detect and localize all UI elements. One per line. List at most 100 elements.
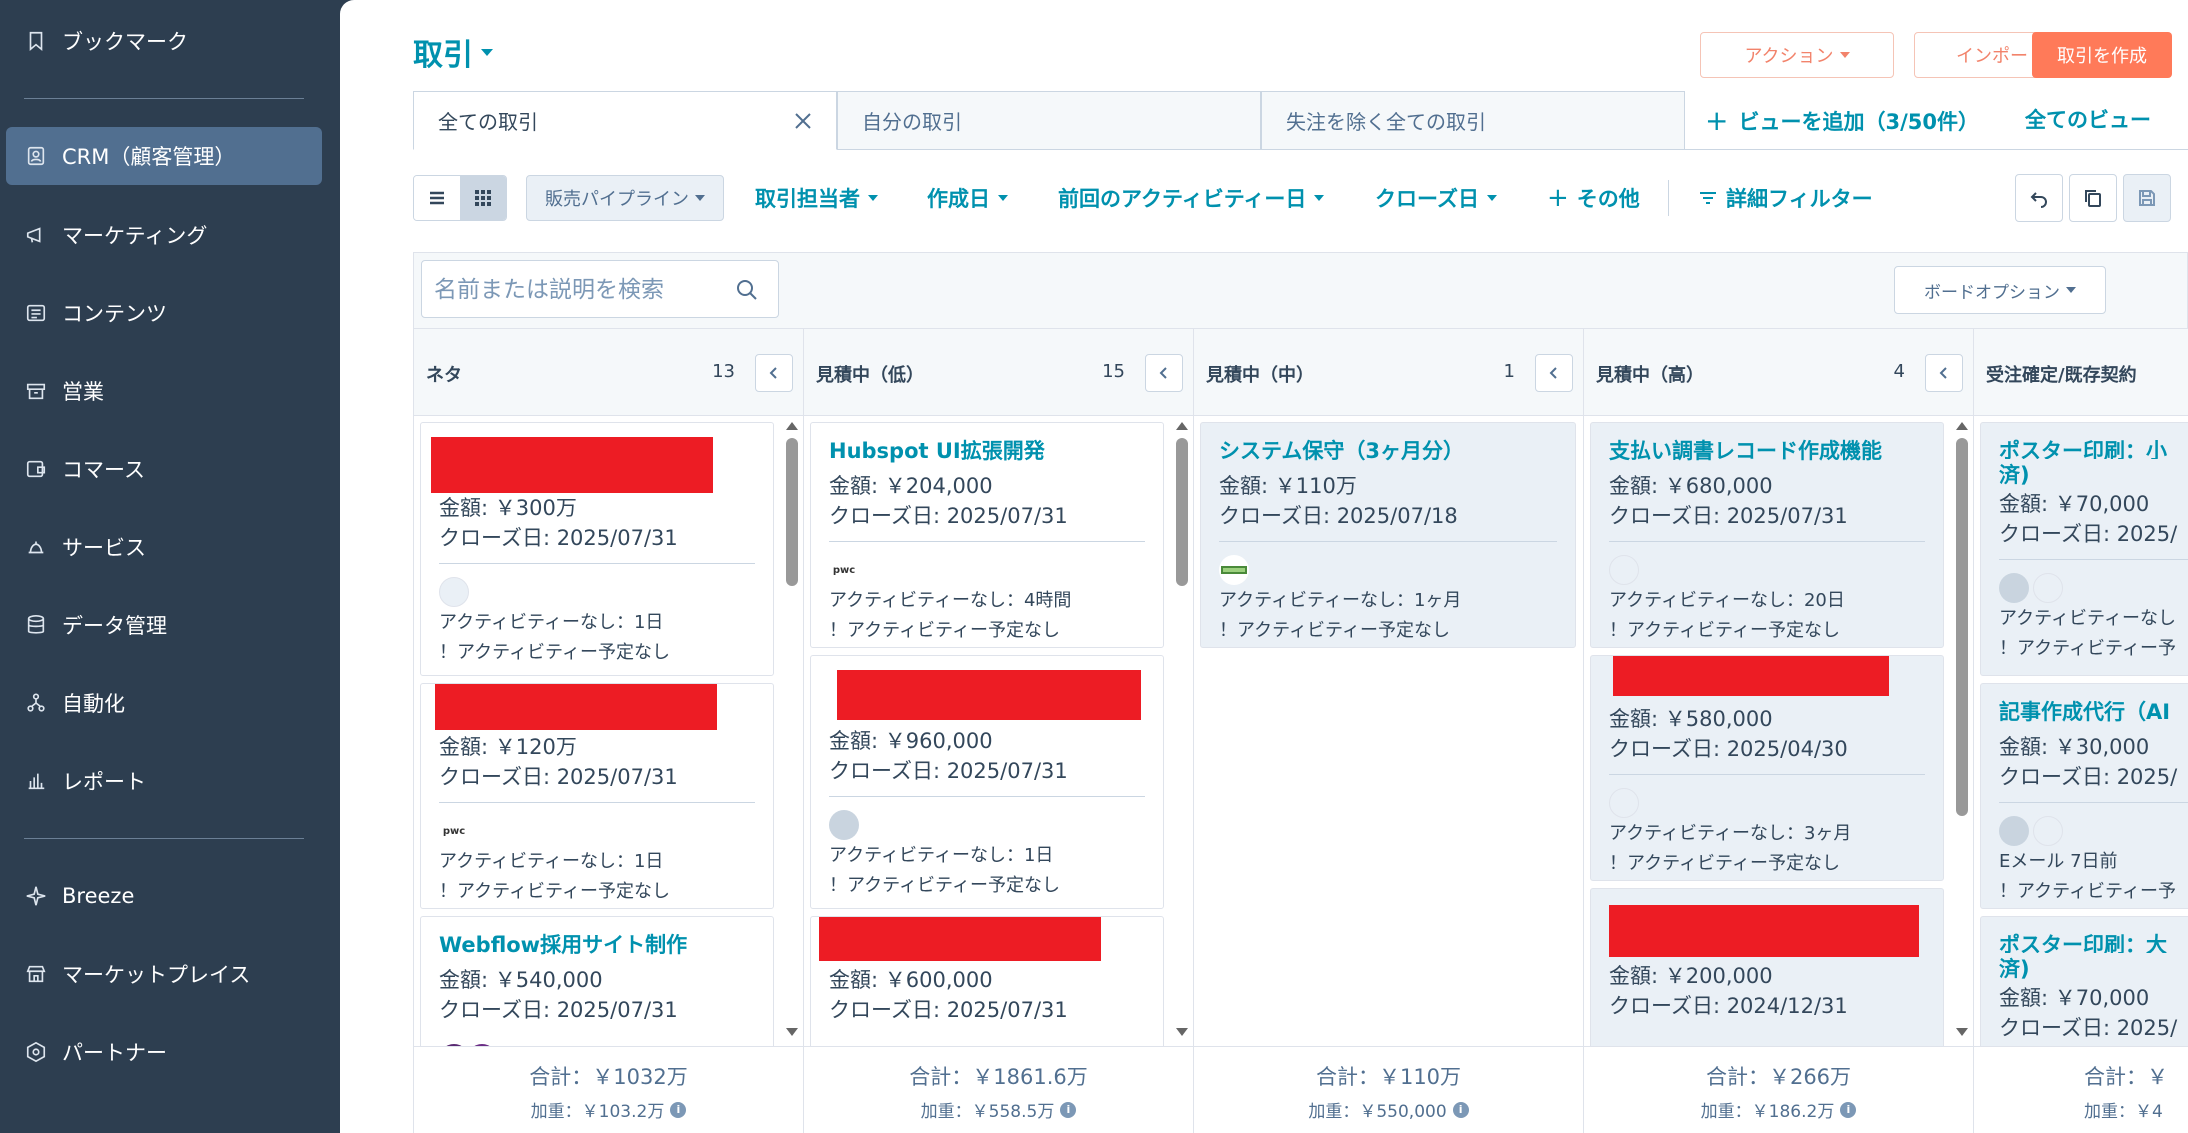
search-input[interactable] <box>434 273 734 307</box>
add-view-button[interactable]: + ビューを追加（3/50件） <box>1705 104 1979 137</box>
info-icon[interactable]: i <box>1060 1101 1077 1118</box>
info-icon[interactable]: i <box>670 1101 687 1118</box>
deal-card[interactable]: 金額: ￥300万 クローズ日: 2025/07/31 アクティビティーなし：1… <box>420 422 774 676</box>
scroll-up-arrow[interactable] <box>1176 422 1188 430</box>
tab-my-deals[interactable]: 自分の取引 <box>837 91 1261 150</box>
user-avatar <box>829 810 859 840</box>
column-header-estimate-mid: 見積中（中） 1 <box>1194 328 1584 416</box>
list-view-button[interactable] <box>414 176 460 220</box>
sidebar-item-marketing[interactable]: マーケティング <box>6 206 322 264</box>
column-header-estimate-low: 見積中（低） 15 <box>804 328 1194 416</box>
column-scrollbar[interactable] <box>1952 416 1972 1046</box>
create-deal-button[interactable]: 取引を作成 <box>2032 32 2172 78</box>
chevron-down-icon <box>868 195 878 201</box>
scroll-down-arrow[interactable] <box>786 1028 798 1036</box>
column-scrollbar[interactable] <box>1172 416 1192 1046</box>
sidebar: ブックマーク CRM（顧客管理） マーケティング コンテンツ 営業 コマース サ… <box>0 0 340 1133</box>
scroll-thumb[interactable] <box>1956 438 1968 816</box>
column-body-estimate-low: Hubspot UI拡張開発 金額: ￥204,000 クローズ日: 2025/… <box>804 416 1194 1046</box>
sidebar-item-sales[interactable]: 営業 <box>6 362 322 420</box>
column-header-estimate-high: 見積中（高） 4 <box>1584 328 1974 416</box>
info-icon[interactable]: i <box>1840 1101 1857 1118</box>
deal-card[interactable]: 金額: ￥600,000 クローズ日: 2025/07/31 <box>810 916 1164 1046</box>
company-avatar <box>1609 788 1639 818</box>
sidebar-item-crm[interactable]: CRM（顧客管理） <box>6 127 322 185</box>
sidebar-item-bookmarks[interactable]: ブックマーク <box>6 12 322 70</box>
advanced-filters-button[interactable]: 詳細フィルター <box>1698 183 1873 213</box>
collapse-column-button[interactable] <box>1145 354 1183 392</box>
scroll-down-arrow[interactable] <box>1956 1028 1968 1036</box>
chevron-down-icon <box>1839 52 1850 58</box>
filter-created-date[interactable]: 作成日 <box>927 183 1008 213</box>
sidebar-item-content[interactable]: コンテンツ <box>6 284 322 342</box>
sidebar-item-label: Breeze <box>62 884 135 908</box>
duplicate-button[interactable] <box>2069 174 2117 222</box>
chevron-down-icon <box>695 195 705 201</box>
sidebar-item-label: ブックマーク <box>62 30 188 54</box>
undo-icon <box>2030 192 2047 208</box>
scroll-up-arrow[interactable] <box>786 422 798 430</box>
company-avatar <box>439 577 469 607</box>
sidebar-item-commerce[interactable]: コマース <box>6 440 322 498</box>
deal-card[interactable]: 金額: ￥200,000 クローズ日: 2024/12/31 <box>1590 888 1944 1046</box>
scroll-thumb[interactable] <box>1176 438 1188 586</box>
board-view-button[interactable] <box>460 176 506 220</box>
all-views-link[interactable]: 全てのビュー <box>2025 104 2151 134</box>
sidebar-item-reports[interactable]: レポート <box>6 752 322 810</box>
deal-card[interactable]: Webflow採用サイト制作 金額: ￥540,000 クローズ日: 2025/… <box>420 916 774 1046</box>
column-scrollbar[interactable] <box>782 416 802 1046</box>
page-title[interactable]: 取引 <box>413 30 493 74</box>
tab-deals-excluding-lost[interactable]: 失注を除く全ての取引 <box>1261 91 1685 150</box>
deal-card[interactable]: 金額: ￥580,000 クローズ日: 2025/04/30 アクティビティーな… <box>1590 655 1944 881</box>
card-divider <box>1609 541 1925 542</box>
save-icon <box>2139 190 2155 206</box>
card-divider <box>439 802 755 803</box>
column-header-closed-won: 受注確定/既存契約 <box>1974 328 2188 416</box>
filter-last-activity-date[interactable]: 前回のアクティビティー日 <box>1058 183 1325 213</box>
deal-card[interactable]: 金額: ￥960,000 クローズ日: 2025/07/31 アクティビティーな… <box>810 655 1164 909</box>
deal-card[interactable]: Hubspot UI拡張開発 金額: ￥204,000 クローズ日: 2025/… <box>810 422 1164 648</box>
pipeline-select[interactable]: 販売パイプライン <box>526 175 724 221</box>
collapse-column-button[interactable] <box>1925 354 1963 392</box>
sidebar-item-automation[interactable]: 自動化 <box>6 674 322 732</box>
info-icon[interactable]: i <box>1452 1101 1469 1118</box>
scroll-up-arrow[interactable] <box>1956 422 1968 430</box>
tab-all-deals[interactable]: 全ての取引 <box>413 91 837 150</box>
company-avatar <box>2033 573 2063 603</box>
collapse-column-button[interactable] <box>1535 354 1573 392</box>
deal-card[interactable]: ポスター印刷：大 済) 金額: ￥70,000 クローズ日: 2025/ <box>1980 916 2188 1046</box>
redacted-area <box>1613 656 1889 696</box>
deal-card[interactable]: 金額: ￥120万 クローズ日: 2025/07/31 pwc アクティビティー… <box>420 683 774 909</box>
sidebar-item-breeze[interactable]: Breeze <box>6 867 322 925</box>
partner-icon <box>24 1040 48 1064</box>
sidebar-item-data[interactable]: データ管理 <box>6 596 322 654</box>
card-divider <box>829 796 1145 797</box>
deal-card[interactable]: 記事作成代行（AI 金額: ￥30,000 クローズ日: 2025/ Eメール … <box>1980 683 2188 909</box>
search-icon[interactable] <box>736 279 758 305</box>
column-body-closed-won: ポスター印刷：小 済) 金額: ￥70,000 クローズ日: 2025/ アクテ… <box>1974 416 2188 1046</box>
filter-close-date[interactable]: クローズ日 <box>1375 183 1497 213</box>
sidebar-item-partner[interactable]: パートナー <box>6 1023 322 1081</box>
filter-owner[interactable]: 取引担当者 <box>755 183 878 213</box>
deal-card[interactable]: システム保守（3ヶ月分） 金額: ￥110万 クローズ日: 2025/07/18… <box>1200 422 1576 648</box>
redacted-area <box>1609 905 1919 957</box>
redacted-area <box>431 437 713 493</box>
scroll-thumb[interactable] <box>786 438 798 586</box>
close-icon[interactable] <box>792 110 814 132</box>
card-divider <box>1999 559 2188 560</box>
scroll-down-arrow[interactable] <box>1176 1028 1188 1036</box>
board-options-button[interactable]: ボードオプション <box>1894 266 2106 314</box>
deal-card[interactable]: 支払い調書レコード作成機能 金額: ￥680,000 クローズ日: 2025/0… <box>1590 422 1944 648</box>
chevron-left-icon <box>1939 367 1947 379</box>
sidebar-item-label: マーケットプレイス <box>62 963 251 987</box>
sidebar-item-marketplace[interactable]: マーケットプレイス <box>6 945 322 1003</box>
filter-more[interactable]: + その他 <box>1547 183 1640 213</box>
collapse-column-button[interactable] <box>755 354 793 392</box>
actions-button[interactable]: アクション <box>1700 32 1894 78</box>
chevron-down-icon <box>2066 287 2076 293</box>
undo-button[interactable] <box>2015 174 2063 222</box>
save-button[interactable] <box>2123 174 2171 222</box>
contacts-icon <box>24 144 48 168</box>
deal-card[interactable]: ポスター印刷：小 済) 金額: ￥70,000 クローズ日: 2025/ アクテ… <box>1980 422 2188 676</box>
sidebar-item-service[interactable]: サービス <box>6 518 322 576</box>
